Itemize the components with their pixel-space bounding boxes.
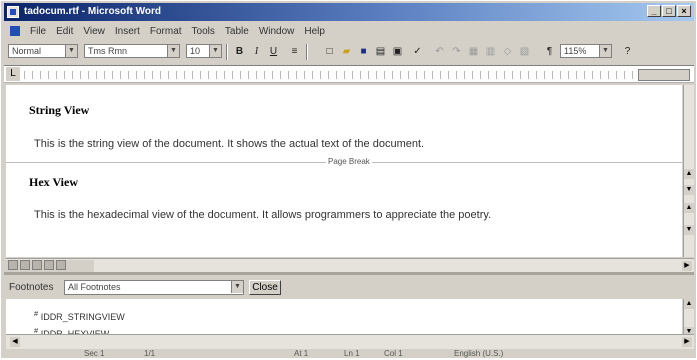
show-hide-button[interactable]: ¶ (542, 44, 557, 59)
chevron-down-icon[interactable]: ▼ (65, 45, 77, 57)
maximize-button[interactable]: □ (662, 5, 676, 17)
close-button[interactable]: × (677, 5, 691, 17)
status-bar: Sec 1 1/1 At 1 Ln 1 Col 1 English (U.S.) (4, 349, 694, 359)
status-at: At 1 (294, 349, 309, 358)
document-icon[interactable] (10, 26, 20, 36)
style-value: Normal (12, 46, 42, 56)
word-app-icon[interactable] (7, 6, 19, 18)
print-preview-icon[interactable]: ▤ (373, 44, 388, 59)
menu-insert[interactable]: Insert (115, 26, 140, 37)
save-icon[interactable]: ■ (356, 44, 371, 59)
minimize-button[interactable]: _ (647, 5, 661, 17)
pane-splitter[interactable] (4, 272, 694, 275)
footnotes-horizontal-scrollbar[interactable]: ◀ ▶ (6, 334, 694, 349)
status-language: English (U.S.) (454, 349, 504, 358)
style-combo[interactable]: Normal ▼ (8, 44, 78, 58)
scroll-left-icon[interactable] (56, 260, 66, 270)
footnotes-toolbar: Footnotes All Footnotes ▼ Close (6, 277, 694, 299)
font-size-combo[interactable]: 10 ▼ (186, 44, 222, 58)
footnotes-pane[interactable]: # IDDR_STRINGVIEW # IDDR_HEXVIEW (6, 299, 682, 339)
web-layout-icon[interactable] (20, 260, 30, 270)
footnotes-vertical-scrollbar[interactable]: ▲ ▼ (683, 299, 694, 339)
menu-format[interactable]: Format (150, 26, 182, 37)
view-buttons (6, 260, 94, 272)
bold-button[interactable]: B (232, 44, 247, 59)
chevron-down-icon[interactable]: ▼ (167, 45, 179, 57)
footnote-marker: # (34, 309, 39, 318)
font-value: Tms Rmn (88, 46, 127, 56)
scroll-up-icon[interactable]: ▲ (684, 169, 694, 179)
font-size-value: 10 (190, 46, 201, 56)
page-break-label: Page Break (326, 157, 372, 166)
vertical-scrollbar[interactable]: ▲ ▼ ▲ ▼ (683, 85, 694, 257)
align-left-icon[interactable]: ≡ (287, 44, 302, 59)
status-line: Ln 1 (344, 349, 360, 358)
footnotes-close-button[interactable]: Close (249, 280, 281, 295)
scroll-right-icon[interactable]: ▶ (682, 337, 692, 347)
scroll-down-icon[interactable]: ▼ (684, 185, 694, 195)
paragraph-hex-view: This is the hexadecimal view of the docu… (34, 209, 492, 221)
status-section: Sec 1 (84, 349, 105, 358)
underline-button[interactable]: U (266, 44, 281, 59)
footnote-item: # IDDR_STRINGVIEW (34, 309, 125, 322)
ruler-scale[interactable] (24, 71, 634, 79)
drawing-icon[interactable]: ◇ (500, 44, 515, 59)
footnotes-selector-value: All Footnotes (68, 282, 121, 292)
previous-page-icon[interactable]: ▲ (684, 203, 694, 213)
toolbar-separator (226, 44, 228, 60)
menu-help[interactable]: Help (304, 26, 325, 37)
help-icon[interactable]: ? (620, 44, 635, 59)
zoom-combo[interactable]: 115% ▼ (560, 44, 612, 58)
footnotes-selector[interactable]: All Footnotes ▼ (64, 280, 244, 295)
redo-icon[interactable]: ↷ (449, 44, 464, 59)
normal-view-icon[interactable] (8, 260, 18, 270)
status-pages: 1/1 (144, 349, 156, 358)
undo-icon[interactable]: ↶ (432, 44, 447, 59)
scroll-right-icon[interactable]: ▶ (682, 261, 692, 271)
document-area[interactable]: String View This is the string view of t… (6, 85, 682, 257)
print-icon[interactable]: ▣ (390, 44, 405, 59)
scroll-up-icon[interactable]: ▲ (684, 299, 694, 309)
menu-window[interactable]: Window (259, 26, 295, 37)
ruler: L (4, 65, 694, 83)
chevron-down-icon[interactable]: ▼ (209, 45, 221, 57)
heading-hex-view: Hex View (29, 175, 78, 189)
font-combo[interactable]: Tms Rmn ▼ (84, 44, 180, 58)
chevron-down-icon[interactable]: ▼ (599, 45, 611, 57)
chevron-down-icon[interactable]: ▼ (231, 281, 243, 293)
outline-view-icon[interactable] (44, 260, 54, 270)
window-title: tadocum.rtf - Microsoft Word (24, 6, 162, 17)
chart-icon[interactable]: ▧ (517, 44, 532, 59)
formatting-toolbar: Normal ▼ Tms Rmn ▼ 10 ▼ B I U ≡ □ ▰ ■ ▤ … (4, 41, 694, 63)
ruler-slider[interactable] (638, 69, 690, 81)
spelling-icon[interactable]: ✓ (410, 44, 425, 59)
table-icon[interactable]: ▦ (466, 44, 481, 59)
menu-view[interactable]: View (83, 26, 105, 37)
menu-edit[interactable]: Edit (56, 26, 73, 37)
page-layout-icon[interactable] (32, 260, 42, 270)
heading-string-view: String View (29, 103, 90, 117)
zoom-value: 115% (564, 46, 587, 56)
word-window: tadocum.rtf - Microsoft Word _ □ × File … (1, 1, 696, 358)
scroll-left-icon[interactable]: ◀ (10, 337, 20, 347)
footnote-text: IDDR_STRINGVIEW (40, 312, 125, 322)
next-page-icon[interactable]: ▼ (684, 225, 694, 235)
paragraph-string-view: This is the string view of the document.… (34, 138, 425, 150)
title-bar: tadocum.rtf - Microsoft Word _ □ × (4, 3, 694, 21)
footnotes-label: Footnotes (9, 282, 54, 293)
toolbar-separator (306, 44, 308, 60)
new-document-icon[interactable]: □ (322, 44, 337, 59)
horizontal-scrollbar[interactable]: ▶ (6, 258, 694, 273)
columns-icon[interactable]: ▥ (483, 44, 498, 59)
menu-table[interactable]: Table (225, 26, 249, 37)
status-column: Col 1 (384, 349, 403, 358)
italic-button[interactable]: I (249, 44, 264, 59)
open-folder-icon[interactable]: ▰ (339, 44, 354, 59)
menu-bar: File Edit View Insert Format Tools Table… (4, 23, 694, 39)
menu-file[interactable]: File (30, 26, 46, 37)
menu-tools[interactable]: Tools (192, 26, 215, 37)
tab-selector-icon[interactable]: L (6, 67, 20, 81)
